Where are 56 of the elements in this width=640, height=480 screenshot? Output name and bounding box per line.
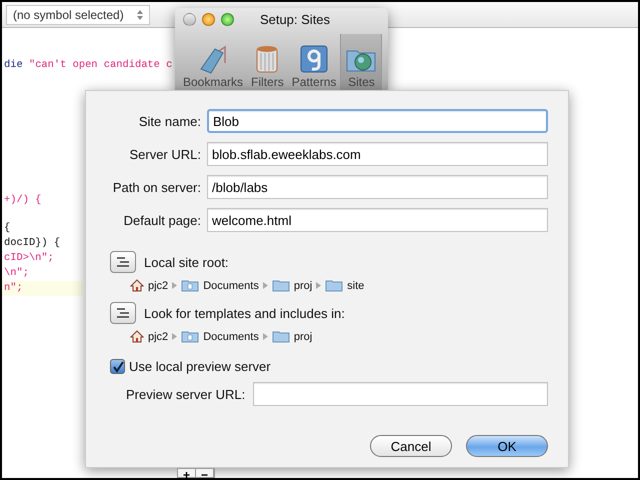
path-separator-icon [316,282,322,289]
home-icon [130,330,144,343]
dialog-button[interactable]: Cancel [370,435,452,457]
minimize-window-button[interactable] [202,12,215,26]
text-field[interactable]: blob.sflab.eweeklabs.com [207,142,548,166]
symbol-popup-menu[interactable]: (no symbol selected) [6,4,150,24]
lines-icon [116,257,130,267]
path-separator-icon [172,282,178,289]
field-label: Preview server URL: [126,386,246,402]
code-line: \n"; [3,266,29,281]
lines-icon [116,308,130,318]
list-button[interactable]: − [196,469,214,478]
dialog-button[interactable]: OK [466,435,548,457]
code-line: docID}) { [3,236,60,251]
text-field[interactable]: Blob [207,109,548,133]
zoom-window-button[interactable] [221,12,234,26]
field-label: Path on server: [112,180,202,194]
pattern-icon [298,43,330,75]
field-label: Site name: [138,114,202,128]
field-label: Server URL: [128,146,202,162]
documents-folder-icon [181,279,200,292]
text-field[interactable]: /blob/labs [207,175,548,199]
updown-arrows-icon [137,10,143,20]
folder-icon [272,279,290,292]
code-line: die "can't open candidate c [3,58,172,73]
checkbox-label: Use local preview server [129,359,271,374]
path-item[interactable]: pjc2 [148,330,168,342]
window-title: Setup: Sites [258,12,332,26]
code-line: +)/) { [3,193,42,208]
text-field[interactable] [253,382,548,406]
toolbar-tab[interactable]: Bookmarks [179,34,248,92]
checkbox[interactable] [110,359,125,374]
section-label: Local site root: [144,254,229,270]
code-line: cID>\n"; [3,251,54,266]
home-icon [130,279,144,292]
path-item[interactable]: pjc2 [148,280,168,292]
list-button[interactable]: + [178,469,196,478]
path-separator-icon [262,282,268,289]
checkmark-icon [112,360,124,372]
folder-icon [325,279,344,292]
path-item[interactable]: Documents [203,330,259,342]
text-field[interactable]: welcome.html [207,208,548,232]
path-item[interactable]: proj [294,330,312,342]
choose-folder-button[interactable] [110,251,136,273]
code-line: { [3,221,10,236]
field-label: Default page: [122,212,202,228]
close-window-button[interactable] [183,12,196,26]
path-separator-icon [172,333,178,340]
choose-folder-button[interactable] [110,302,136,324]
documents-folder-icon [181,330,200,343]
section-label: Look for templates and includes in: [144,306,345,320]
path-separator-icon [262,333,268,340]
path-item[interactable]: proj [294,280,312,292]
path-item[interactable]: Documents [203,280,259,292]
path-item[interactable]: site [347,280,364,292]
folder-icon [272,330,290,343]
